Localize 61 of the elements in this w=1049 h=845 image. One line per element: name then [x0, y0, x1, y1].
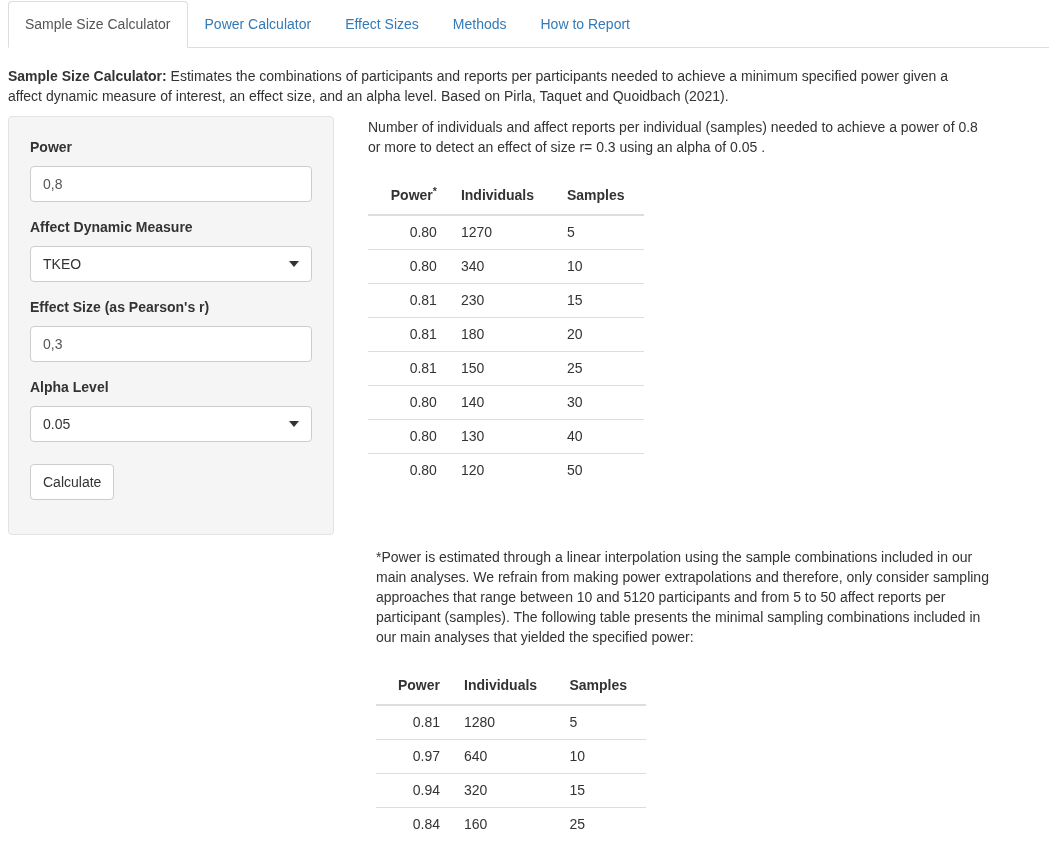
dropdown[interactable]: TKEO [30, 246, 312, 282]
table-cell: 1280 [464, 713, 496, 730]
table-cell: 0.80 [409, 223, 437, 240]
table-cell: 0.84 [412, 815, 440, 832]
dropdown[interactable]: 0.05 [30, 406, 312, 442]
table-cell: 1270 [460, 223, 493, 240]
tab[interactable]: How to Report [523, 1, 647, 48]
table-cell: 0.80 [409, 461, 437, 478]
calculate-button[interactable]: Calculate [30, 464, 115, 500]
table-cell: 120 [460, 461, 485, 478]
input-field[interactable]: 0,8 [30, 166, 312, 202]
column-header: Samples [569, 677, 627, 693]
column-header: Individuals [460, 187, 534, 203]
table-cell: 40 [566, 427, 583, 444]
table-cell: 340 [460, 257, 485, 274]
table-cell: 5 [569, 713, 578, 730]
table-cell: 230 [460, 291, 485, 308]
footnote-text: *Power is estimated through a linear interpolation using the sample combinations included in our main analyses. We refrain from making power extrapolations and therefore, only consider sampling approaches that range between 10 and 5120 participants and from 5 to 50 affect reports per participant (samples). The following table presents the minimal sampling combinations included in our main analyses that yielded the specified power: [376, 548, 989, 647]
table-cell: 10 [566, 257, 583, 274]
table-cell: 0.80 [409, 393, 437, 410]
field-label: Effect Size (as Pearson's r) [30, 298, 211, 317]
table-cell: 25 [566, 359, 583, 376]
table-cell: 0.81 [409, 291, 437, 308]
table-cell: 160 [464, 815, 488, 832]
table-cell: 0.81 [412, 713, 440, 730]
table-cell: 20 [566, 325, 583, 342]
input-field[interactable]: 0,3 [30, 326, 312, 362]
table-cell: 180 [460, 325, 485, 342]
table-cell: 640 [464, 747, 488, 764]
table-cell: 0.80 [409, 427, 437, 444]
field-label: Power [30, 138, 73, 157]
column-header: Power [398, 677, 440, 693]
column-header: Individuals [464, 677, 538, 693]
table-cell: 130 [460, 427, 485, 444]
table-cell: 150 [460, 359, 485, 376]
table-cell: 5 [566, 223, 575, 240]
tab[interactable]: Power Calculator [187, 1, 329, 48]
column-header: Samples [566, 187, 625, 203]
table-cell: 15 [569, 781, 585, 798]
description-text: Sample Size Calculator: Estimates the combinations of participants and reports per participants needed to achieve a minimum specified power given a affect dynamic measure of interest, an effect size, and an alpha level. Based on Pirla, Taquet and Quoidbach (2021). [8, 67, 950, 106]
table-cell: 0.81 [409, 325, 437, 342]
table-cell: 10 [569, 747, 585, 764]
table-cell: 0.81 [409, 359, 437, 376]
caret-icon [289, 261, 299, 267]
field-label: Alpha Level [30, 378, 110, 397]
result-text: Number of individuals and affect reports per individual (samples) needed to achieve a power of 0.8 or more to detect an effect of size r= 0.3 using an alpha of 0.05 . [368, 118, 979, 157]
column-header: Power$^{*}$ [390, 187, 437, 203]
tab[interactable]: Effect Sizes [328, 1, 436, 48]
table-cell: 320 [464, 781, 488, 798]
table-cell: 30 [566, 393, 583, 410]
table-cell: 0.97 [412, 747, 440, 764]
table-cell: 25 [569, 815, 585, 832]
field-label: Affect Dynamic Measure [30, 218, 194, 237]
table-cell: 50 [566, 461, 583, 478]
table-cell: 0.94 [412, 781, 440, 798]
caret-icon [289, 421, 299, 427]
table-cell: 15 [566, 291, 583, 308]
tab[interactable]: Sample Size Calculator [8, 1, 188, 48]
table-cell: 140 [460, 393, 485, 410]
tab[interactable]: Methods [435, 1, 524, 48]
table-cell: 0.80 [409, 257, 437, 274]
